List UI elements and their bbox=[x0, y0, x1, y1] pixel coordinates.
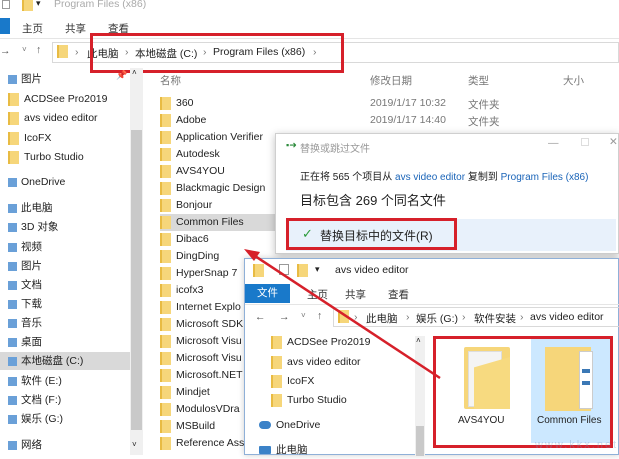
annotation-arrow bbox=[244, 249, 441, 380]
arrow-line bbox=[251, 252, 441, 380]
arrowhead bbox=[244, 249, 260, 261]
